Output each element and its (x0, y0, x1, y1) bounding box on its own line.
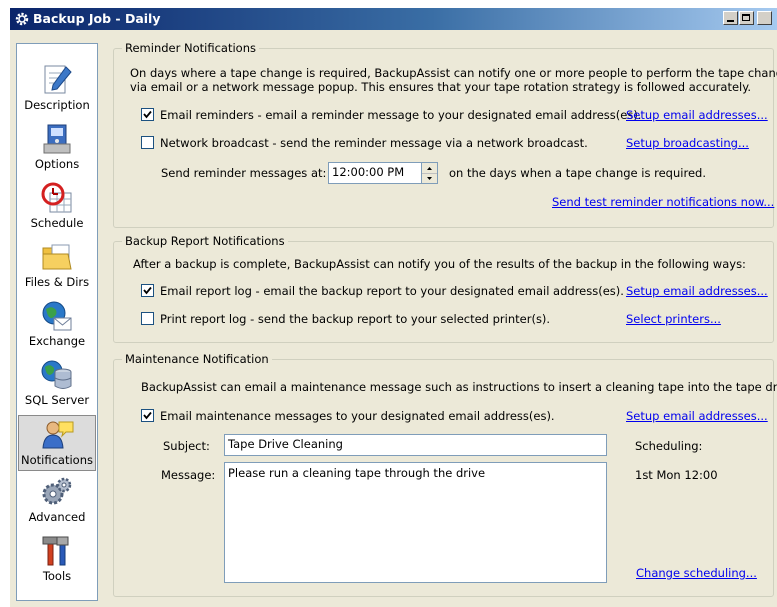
exchange-icon (42, 301, 72, 331)
group-legend: Backup Report Notifications (122, 234, 288, 248)
reminder-time-input[interactable]: 12:00:00 PM (328, 162, 422, 184)
description-icon (44, 65, 72, 94)
setup-email-addresses-link[interactable]: Setup email addresses... (626, 108, 768, 122)
sidebar-item-options[interactable]: Options (17, 120, 97, 176)
checkmark-icon (143, 110, 152, 119)
options-icon (43, 124, 71, 154)
schedule-icon (41, 182, 72, 213)
email-maintenance-checkbox[interactable] (141, 409, 154, 422)
report-description: After a backup is complete, BackupAssist… (133, 257, 746, 271)
gear-icon (15, 12, 29, 26)
email-maintenance-label[interactable]: Email maintenance messages to your desig… (160, 409, 555, 423)
sidebar-item-advanced[interactable]: Advanced (17, 473, 97, 529)
sidebar-item-exchange[interactable]: Exchange (17, 297, 97, 353)
reminder-description-line1: On days where a tape change is required,… (130, 66, 777, 80)
sidebar-item-label: Description (24, 98, 90, 112)
message-textarea[interactable]: Please run a cleaning tape through the d… (224, 462, 607, 583)
message-label: Message: (161, 468, 216, 482)
reminder-time-spinner[interactable] (421, 162, 438, 184)
maintenance-notification-group: Maintenance Notification BackupAssist ca… (113, 352, 777, 597)
maintenance-description: BackupAssist can email a maintenance mes… (141, 380, 777, 394)
sidebar-item-label: Advanced (28, 510, 86, 524)
group-legend: Reminder Notifications (122, 41, 259, 55)
notifications-icon (42, 421, 74, 449)
reminder-description-line2: via email or a network message popup. Th… (130, 80, 752, 94)
database-icon (41, 360, 72, 389)
arrow-down-icon (427, 177, 432, 180)
sidebar-item-label: Notifications (21, 453, 93, 467)
send-test-reminder-link[interactable]: Send test reminder notifications now... (552, 195, 774, 209)
sidebar-item-tools[interactable]: Tools (17, 532, 97, 588)
setup-email-addresses-link[interactable]: Setup email addresses... (626, 409, 768, 423)
folder-icon (42, 244, 72, 270)
network-broadcast-checkbox[interactable] (141, 136, 154, 149)
spin-down-button[interactable] (422, 173, 437, 183)
minimize-button[interactable] (723, 11, 738, 25)
print-report-log-label[interactable]: Print report log - send the backup repor… (160, 312, 550, 326)
title-bar: Backup Job - Daily (10, 8, 777, 30)
sidebar-item-label: Schedule (30, 216, 84, 230)
setup-broadcasting-link[interactable]: Setup broadcasting... (626, 136, 749, 150)
send-reminder-label: Send reminder messages at: (161, 166, 327, 180)
window-title: Backup Job - Daily (33, 11, 161, 26)
email-reminders-checkbox[interactable] (141, 108, 154, 121)
sidebar-item-label: Files & Dirs (24, 275, 90, 289)
backup-report-notifications-group: Backup Report Notifications After a back… (113, 234, 774, 343)
sidebar-item-description[interactable]: Description (17, 61, 97, 117)
subject-label: Subject: (163, 439, 210, 453)
checkmark-icon (143, 286, 152, 295)
sidebar-item-label: Options (34, 157, 80, 171)
sidebar: Description Options Schedule Files & Dir… (16, 43, 98, 601)
setup-email-addresses-link[interactable]: Setup email addresses... (626, 284, 768, 298)
change-scheduling-link[interactable]: Change scheduling... (636, 566, 757, 580)
sidebar-item-notifications[interactable]: Notifications (18, 415, 96, 471)
sidebar-item-sql-server[interactable]: SQL Server (17, 356, 97, 412)
email-report-log-checkbox[interactable] (141, 284, 154, 297)
reminder-notifications-group: Reminder Notifications On days where a t… (113, 41, 777, 228)
network-broadcast-label[interactable]: Network broadcast - send the reminder me… (160, 136, 588, 150)
scheduling-value: 1st Mon 12:00 (635, 468, 718, 482)
scheduling-label: Scheduling: (635, 439, 703, 453)
sidebar-item-label: Exchange (28, 334, 86, 348)
checkmark-icon (143, 411, 152, 420)
close-button[interactable] (757, 11, 772, 25)
group-legend: Maintenance Notification (122, 352, 272, 366)
subject-input[interactable]: Tape Drive Cleaning (224, 434, 607, 456)
select-printers-link[interactable]: Select printers... (626, 312, 721, 326)
sidebar-item-schedule[interactable]: Schedule (17, 179, 97, 235)
sidebar-item-label: Tools (42, 569, 72, 583)
maximize-icon (742, 14, 750, 21)
email-report-log-label[interactable]: Email report log - email the backup repo… (160, 284, 624, 298)
sidebar-item-label: SQL Server (24, 393, 90, 407)
maximize-button[interactable] (739, 11, 754, 25)
email-reminders-label[interactable]: Email reminders - email a reminder messa… (160, 108, 641, 122)
print-report-log-checkbox[interactable] (141, 312, 154, 325)
minimize-icon (727, 20, 734, 22)
gears-icon (42, 477, 72, 505)
tools-icon (42, 536, 69, 566)
backup-job-window: Backup Job - Daily Description Options S… (10, 8, 777, 607)
send-reminder-suffix: on the days when a tape change is requir… (449, 166, 706, 180)
sidebar-item-files-dirs[interactable]: Files & Dirs (17, 238, 97, 294)
